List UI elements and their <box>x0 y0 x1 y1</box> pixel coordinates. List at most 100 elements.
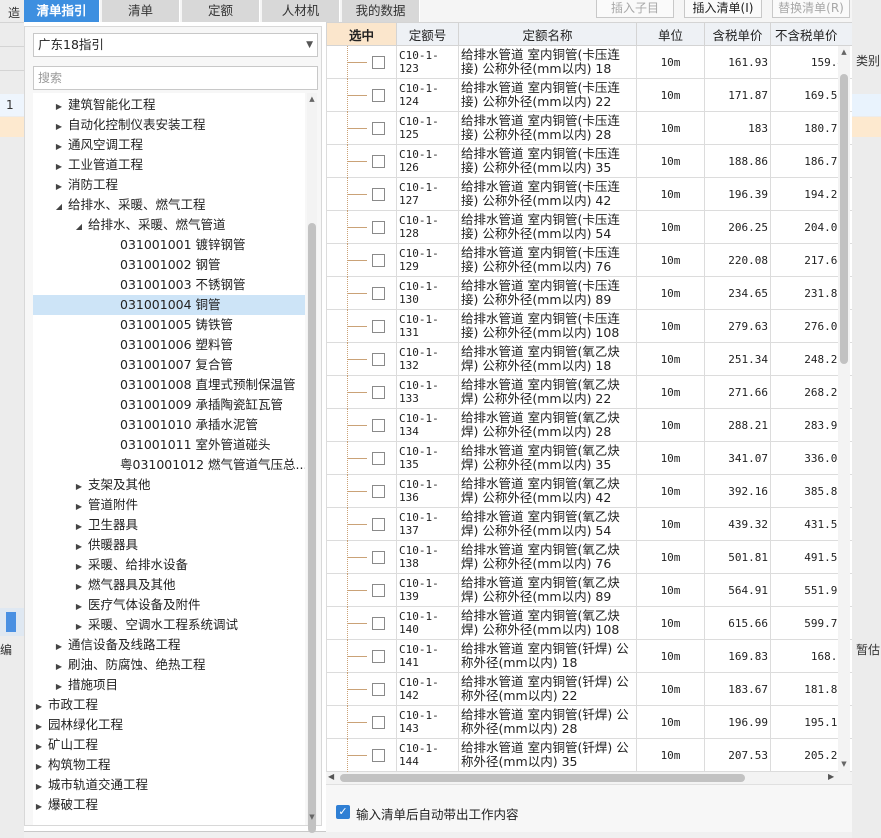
quota-row[interactable]: C10-1-125 给排水管道 室内铜管(卡压连接) 公称外径(mm以内) 28 1… <box>326 111 852 145</box>
row-checkbox[interactable] <box>372 89 385 102</box>
row-checkbox[interactable] <box>372 254 385 267</box>
scroll-up-icon[interactable]: ▲ <box>307 95 317 103</box>
row-checkbox[interactable] <box>372 452 385 465</box>
quota-row[interactable]: C10-1-129 给排水管道 室内铜管(卡压连接) 公称外径(mm以内) 76 1… <box>326 243 852 277</box>
row-checkbox[interactable] <box>372 683 385 696</box>
expand-arrow-icon[interactable]: ▶ <box>53 637 65 655</box>
expand-arrow-icon[interactable]: ▶ <box>33 797 45 815</box>
tree-folder-node[interactable]: ▶ 卫生器具 <box>33 515 305 535</box>
tree-scrollbar-thumb[interactable] <box>308 223 316 833</box>
quota-row[interactable]: C10-1-124 给排水管道 室内铜管(卡压连接) 公称外径(mm以内) 22 1… <box>326 78 852 112</box>
tree-leaf-node[interactable]: 031001011 室外管道碰头 <box>33 435 305 455</box>
tree-folder-node[interactable]: ▶ 矿山工程 <box>33 735 305 755</box>
tree-folder-node[interactable]: ▶ 刷油、防腐蚀、绝热工程 <box>33 655 305 675</box>
row-checkbox[interactable] <box>372 485 385 498</box>
row-select-cell[interactable] <box>326 309 397 343</box>
scroll-right-icon[interactable]: ▶ <box>828 772 834 781</box>
column-header-unit[interactable]: 单位 <box>636 22 705 46</box>
row-checkbox[interactable] <box>372 155 385 168</box>
quota-row[interactable]: C10-1-135 给排水管道 室内铜管(氧乙炔焊) 公称外径(mm以内) 35 1… <box>326 441 852 475</box>
row-select-cell[interactable] <box>326 408 397 442</box>
row-select-cell[interactable] <box>326 738 397 772</box>
row-select-cell[interactable] <box>326 342 397 376</box>
expand-arrow-icon[interactable]: ▶ <box>73 517 85 535</box>
tree-folder-node[interactable]: ▶ 通信设备及线路工程 <box>33 635 305 655</box>
expand-arrow-icon[interactable]: ▶ <box>73 477 85 495</box>
row-select-cell[interactable] <box>326 474 397 508</box>
quota-row[interactable]: C10-1-131 给排水管道 室内铜管(卡压连接) 公称外径(mm以内) 108… <box>326 309 852 343</box>
row-select-cell[interactable] <box>326 507 397 541</box>
guide-library-dropdown[interactable]: 广东18指引 ▼ <box>33 33 318 57</box>
row-checkbox[interactable] <box>372 518 385 531</box>
tree-folder-node[interactable]: ◢ 给排水、采暖、燃气工程 <box>33 195 305 215</box>
row-select-cell[interactable] <box>326 705 397 739</box>
row-select-cell[interactable] <box>326 243 397 277</box>
row-checkbox[interactable] <box>372 386 385 399</box>
scroll-down-icon[interactable]: ▼ <box>838 760 850 768</box>
row-checkbox[interactable] <box>372 650 385 663</box>
quota-row[interactable]: C10-1-133 给排水管道 室内铜管(氧乙炔焊) 公称外径(mm以内) 22 1… <box>326 375 852 409</box>
row-checkbox[interactable] <box>372 551 385 564</box>
row-checkbox[interactable] <box>372 287 385 300</box>
grid-vertical-scrollbar-thumb[interactable] <box>840 74 848 364</box>
expand-arrow-icon[interactable]: ▶ <box>53 157 65 175</box>
row-checkbox[interactable] <box>372 188 385 201</box>
row-select-cell[interactable] <box>326 111 397 145</box>
collapse-arrow-icon[interactable]: ◢ <box>73 217 85 235</box>
expand-arrow-icon[interactable]: ▶ <box>73 577 85 595</box>
auto-bring-checkbox[interactable]: ✓ <box>336 805 350 819</box>
tree-folder-node[interactable]: ◢ 给排水、采暖、燃气管道 <box>33 215 305 235</box>
quota-row[interactable]: C10-1-127 给排水管道 室内铜管(卡压连接) 公称外径(mm以内) 42 1… <box>326 177 852 211</box>
tree-folder-node[interactable]: ▶ 建筑智能化工程 <box>33 95 305 115</box>
row-select-cell[interactable] <box>326 210 397 244</box>
tree-leaf-node[interactable]: 粤031001012 燃气管道气压总... <box>33 455 305 475</box>
tree-folder-node[interactable]: ▶ 燃气器具及其他 <box>33 575 305 595</box>
tree-scrollbar[interactable]: ▲ ▼ <box>307 93 317 833</box>
column-header-price-with-tax[interactable]: 含税单价 <box>704 22 771 46</box>
expand-arrow-icon[interactable]: ▶ <box>53 677 65 695</box>
tree-leaf-node[interactable]: 031001003 不锈钢管 <box>33 275 305 295</box>
row-select-cell[interactable] <box>326 672 397 706</box>
expand-arrow-icon[interactable]: ▶ <box>73 597 85 615</box>
row-select-cell[interactable] <box>326 573 397 607</box>
row-checkbox[interactable] <box>372 56 385 69</box>
scroll-down-icon[interactable]: ▼ <box>307 813 317 821</box>
row-checkbox[interactable] <box>372 122 385 135</box>
tree-folder-node[interactable]: ▶ 通风空调工程 <box>33 135 305 155</box>
tab-my-data[interactable]: 我的数据 <box>342 0 420 22</box>
tree-folder-node[interactable]: ▶ 构筑物工程 <box>33 755 305 775</box>
tree-leaf-node[interactable]: 031001002 钢管 <box>33 255 305 275</box>
tab-quota[interactable]: 定额 <box>182 0 260 22</box>
quota-row[interactable]: C10-1-132 给排水管道 室内铜管(氧乙炔焊) 公称外径(mm以内) 18 1… <box>326 342 852 376</box>
tab-list-guide[interactable]: 清单指引 <box>24 0 100 22</box>
replace-list-button[interactable]: 替换清单(R) <box>772 0 850 18</box>
quota-row[interactable]: C10-1-141 给排水管道 室内铜管(钎焊) 公称外径(mm以内) 18 10m… <box>326 639 852 673</box>
quota-row[interactable]: C10-1-139 给排水管道 室内铜管(氧乙炔焊) 公称外径(mm以内) 89 1… <box>326 573 852 607</box>
tree-leaf-node[interactable]: 031001006 塑料管 <box>33 335 305 355</box>
row-select-cell[interactable] <box>326 375 397 409</box>
insert-child-button[interactable]: 插入子目 <box>596 0 674 18</box>
expand-arrow-icon[interactable]: ▶ <box>53 657 65 675</box>
tree-leaf-node[interactable]: 031001008 直埋式预制保温管 <box>33 375 305 395</box>
scroll-up-icon[interactable]: ▲ <box>838 48 850 56</box>
grid-vertical-scrollbar[interactable]: ▲ ▼ <box>838 46 850 772</box>
tree-folder-node[interactable]: ▶ 市政工程 <box>33 695 305 715</box>
tab-list[interactable]: 清单 <box>102 0 180 22</box>
tree-leaf-node[interactable]: 031001005 铸铁管 <box>33 315 305 335</box>
tree-leaf-node[interactable]: 031001009 承插陶瓷缸瓦管 <box>33 395 305 415</box>
tree-leaf-node[interactable]: 031001010 承插水泥管 <box>33 415 305 435</box>
row-checkbox[interactable] <box>372 221 385 234</box>
row-checkbox[interactable] <box>372 749 385 762</box>
expand-arrow-icon[interactable]: ▶ <box>53 97 65 115</box>
column-header-code[interactable]: 定额号 <box>396 22 459 46</box>
quota-row[interactable]: C10-1-140 给排水管道 室内铜管(氧乙炔焊) 公称外径(mm以内) 108… <box>326 606 852 640</box>
row-checkbox[interactable] <box>372 419 385 432</box>
expand-arrow-icon[interactable]: ▶ <box>33 757 45 775</box>
tree-folder-node[interactable]: ▶ 消防工程 <box>33 175 305 195</box>
row-select-cell[interactable] <box>326 540 397 574</box>
tree-folder-node[interactable]: ▶ 园林绿化工程 <box>33 715 305 735</box>
tree-folder-node[interactable]: ▶ 采暖、给排水设备 <box>33 555 305 575</box>
column-header-name[interactable]: 定额名称 <box>458 22 637 46</box>
row-select-cell[interactable] <box>326 45 397 79</box>
expand-arrow-icon[interactable]: ▶ <box>73 617 85 635</box>
